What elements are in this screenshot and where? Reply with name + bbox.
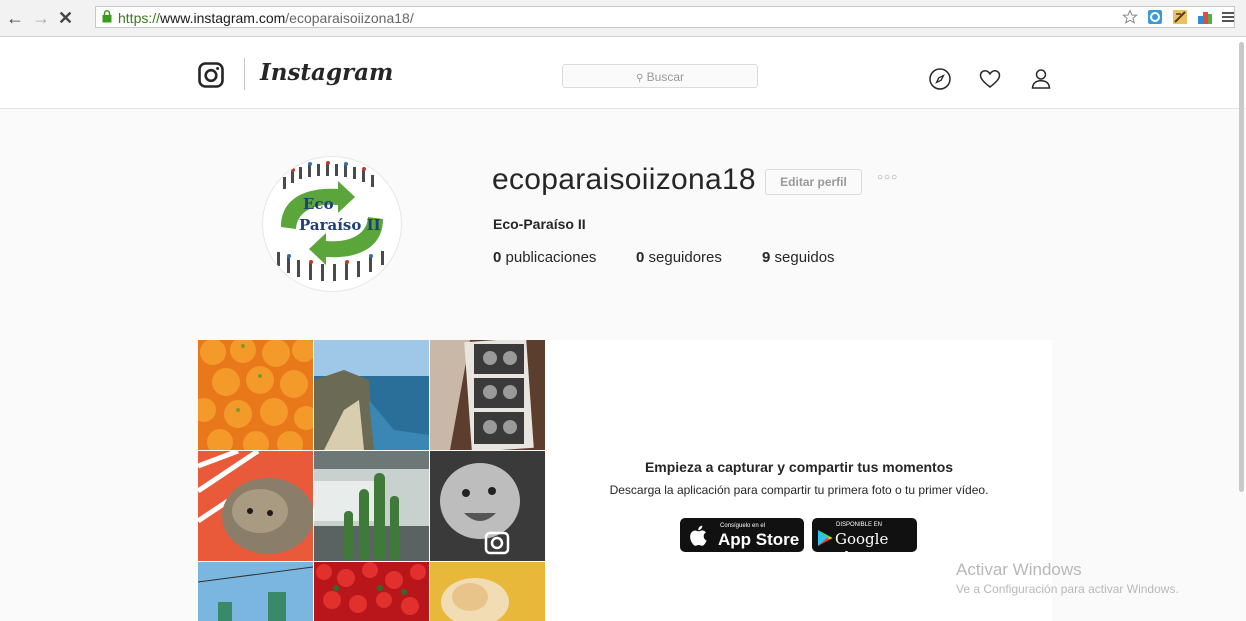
- explore-compass-icon[interactable]: [928, 67, 952, 91]
- google-play-caption: DISPONIBLE EN: [836, 522, 883, 528]
- avatar-text-paraiso: Paraíso II: [299, 216, 381, 234]
- google-play-icon: [818, 530, 833, 546]
- more-options-icon[interactable]: ○○○: [877, 172, 898, 183]
- profile-username: ecoparaisoiizona18: [492, 163, 756, 196]
- logo-divider: [244, 58, 245, 90]
- extension-pencil-icon[interactable]: [1172, 9, 1188, 25]
- instagram-header: Instagram ⚲ Buscar: [0, 37, 1246, 109]
- url-path: /ecoparaisoiizona18/: [285, 10, 414, 26]
- activate-windows-title: Activar Windows: [956, 560, 1082, 579]
- stat-posts: 0 publicaciones: [493, 249, 596, 266]
- app-store-badge[interactable]: Consíguelo en el App Store: [680, 518, 804, 552]
- app-store-label: App Store: [718, 530, 800, 549]
- photo-gondola: [198, 562, 313, 621]
- profile-full-name: Eco-Paraíso II: [493, 216, 586, 232]
- posts-count: 0: [493, 249, 502, 266]
- stop-icon[interactable]: ✕: [58, 8, 73, 28]
- url-text: https://www.instagram.com/ecoparaisoiizo…: [118, 10, 414, 26]
- photo-baby: [430, 451, 545, 561]
- instagram-wordmark[interactable]: Instagram: [260, 59, 393, 86]
- instagram-logo-icon[interactable]: [198, 62, 224, 88]
- followers-count: 0: [636, 249, 645, 266]
- photo-kitten: [430, 562, 545, 621]
- stat-following[interactable]: 9 seguidos: [762, 249, 835, 266]
- sample-photo-grid: [198, 340, 546, 621]
- edit-profile-button[interactable]: Editar perfil: [765, 169, 862, 195]
- following-count: 9: [762, 249, 771, 266]
- promo-subtitle: Descarga la aplicación para compartir tu…: [609, 483, 989, 497]
- google-play-label: Google play: [835, 530, 889, 566]
- activate-windows-subtitle: Ve a Configuración para activar Windows.: [956, 582, 1179, 596]
- photo-cactus: [314, 451, 429, 561]
- eco-paraiso-logo: Eco Paraíso II: [277, 161, 384, 281]
- stat-followers[interactable]: 0 seguidores: [636, 249, 722, 266]
- browser-toolbar: ← → ✕ https://www.instagram.com/ecoparai…: [0, 0, 1246, 37]
- following-label: seguidos: [774, 249, 835, 266]
- search-placeholder: Buscar: [646, 70, 685, 84]
- photo-dog: [198, 451, 313, 561]
- search-icon: ⚲: [635, 73, 644, 84]
- activity-heart-icon[interactable]: [978, 67, 1002, 91]
- back-icon[interactable]: ←: [6, 8, 24, 28]
- menu-icon[interactable]: [1220, 9, 1236, 25]
- address-bar[interactable]: https://www.instagram.com/ecoparaisoiizo…: [95, 6, 1235, 28]
- lock-icon: [102, 10, 112, 23]
- photo-coast: [314, 340, 429, 450]
- url-scheme: https://: [118, 10, 161, 26]
- photo-red-flowers: [314, 562, 429, 621]
- apple-icon: [690, 525, 707, 546]
- photo-booth-strip: [430, 340, 545, 450]
- url-host: www.instagram.com: [160, 10, 286, 26]
- page-scrollbar[interactable]: [1239, 42, 1244, 492]
- extension-colors-icon[interactable]: [1197, 9, 1213, 25]
- followers-label: seguidores: [648, 249, 722, 266]
- promo-title: Empieza a capturar y compartir tus momen…: [644, 459, 954, 475]
- app-store-caption: Consíguelo en el: [720, 523, 766, 529]
- posts-label: publicaciones: [505, 249, 597, 266]
- extension-blue-icon[interactable]: [1147, 9, 1163, 25]
- forward-icon[interactable]: →: [32, 8, 50, 28]
- profile-person-icon[interactable]: [1029, 67, 1053, 91]
- avatar-text-eco: Eco: [303, 195, 334, 213]
- profile-avatar[interactable]: Eco Paraíso II: [262, 156, 402, 292]
- bookmark-star-icon[interactable]: [1122, 9, 1138, 25]
- google-play-badge[interactable]: DISPONIBLE EN Google play: [812, 518, 917, 566]
- search-input[interactable]: ⚲ Buscar: [562, 64, 758, 88]
- photo-oranges: [198, 340, 313, 450]
